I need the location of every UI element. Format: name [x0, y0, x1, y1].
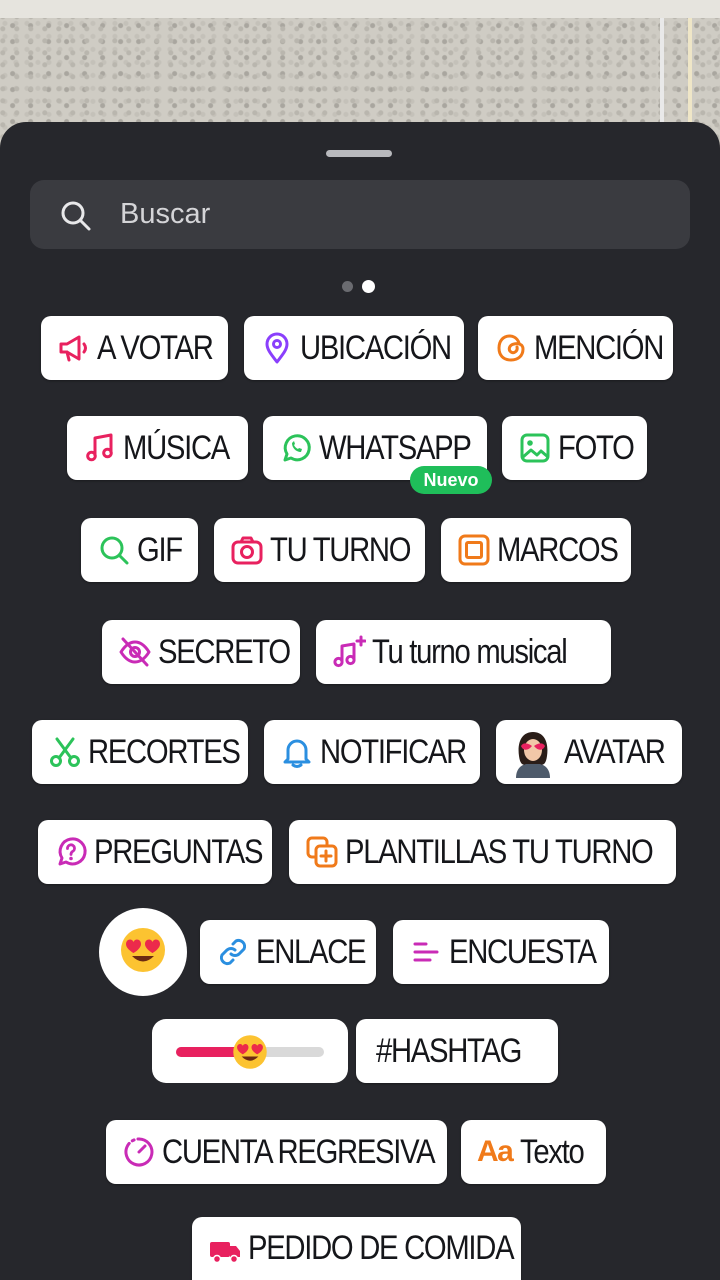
sticker-label: ENCUESTA [449, 932, 597, 971]
link-icon [216, 935, 250, 969]
sticker-avatar[interactable]: AVATAR [496, 720, 682, 784]
sticker-hashtag[interactable]: #HASHTAG [356, 1019, 558, 1083]
poll-icon [409, 935, 443, 969]
whatsapp-icon [279, 431, 313, 465]
eye-off-icon [118, 635, 152, 669]
frame-icon [457, 533, 491, 567]
megaphone-icon [57, 331, 91, 365]
delivery-truck-icon [208, 1232, 242, 1266]
add-template-icon [305, 835, 339, 869]
sticker-label: PREGUNTAS [94, 832, 263, 871]
bell-icon [280, 735, 314, 769]
sticker-preguntas[interactable]: PREGUNTAS [38, 820, 272, 884]
sticker-label: A VOTAR [97, 328, 214, 367]
sticker-enlace[interactable]: ENLACE [200, 920, 376, 984]
heart-eyes-emoji[interactable] [231, 1033, 269, 1071]
sticker-marcos[interactable]: MARCOS [441, 518, 631, 582]
page-dot-2[interactable] [362, 280, 375, 294]
sticker-label: FOTO [558, 428, 635, 467]
background-top-strip [0, 0, 720, 18]
text-aa-icon: Aa [477, 1135, 514, 1168]
drag-handle[interactable] [326, 150, 392, 157]
photo-icon [518, 431, 552, 465]
sticker-tray-sheet [0, 122, 720, 1280]
sticker-recortes[interactable]: RECORTES [32, 720, 248, 784]
sticker-musica[interactable]: MÚSICA [67, 416, 248, 480]
background-wire [660, 18, 664, 128]
location-pin-icon [260, 331, 294, 365]
music-note-icon [83, 431, 117, 465]
sticker-label: UBICACIÓN [300, 328, 452, 367]
sticker-label: AVATAR [564, 732, 666, 771]
music-note-plus-icon [332, 635, 366, 669]
sticker-label: MARCOS [497, 530, 619, 569]
page-indicator [342, 278, 384, 294]
sticker-label: ENLACE [256, 932, 367, 971]
sticker-mencion[interactable]: MENCIÓN [478, 316, 673, 380]
sticker-label: WHATSAPP [319, 428, 472, 467]
new-badge: Nuevo [410, 466, 492, 494]
heart-eyes-emoji [118, 925, 168, 980]
question-bubble-icon [54, 835, 88, 869]
sticker-label: PEDIDO DE COMIDA [248, 1229, 515, 1267]
sticker-cuenta-regresiva[interactable]: CUENTA REGRESIVA [106, 1120, 447, 1184]
sticker-label: Tu turno musical [372, 632, 568, 671]
search-bar[interactable] [30, 180, 690, 249]
countdown-timer-icon [122, 1135, 156, 1169]
sticker-label: NOTIFICAR [320, 732, 467, 771]
page-dot-1[interactable] [342, 281, 353, 293]
sticker-pedido-de-comida[interactable]: PEDIDO DE COMIDA [192, 1217, 521, 1280]
sticker-ubicacion[interactable]: UBICACIÓN [244, 316, 464, 380]
sticker-label: GIF [137, 530, 183, 569]
scissors-icon [48, 735, 82, 769]
sticker-label: CUENTA REGRESIVA [162, 1132, 436, 1171]
camera-icon [230, 533, 264, 567]
sticker-foto[interactable]: FOTO [502, 416, 647, 480]
sticker-label: #HASHTAG [376, 1031, 522, 1070]
search-input[interactable] [120, 180, 660, 249]
sticker-tu-turno-musical[interactable]: Tu turno musical [316, 620, 611, 684]
sticker-tu-turno[interactable]: TU TURNO [214, 518, 425, 582]
sticker-label: SECRETO [158, 632, 291, 671]
background-wire [688, 18, 692, 128]
sticker-plantillas-tu-turno[interactable]: PLANTILLAS TU TURNO [289, 820, 676, 884]
search-gif-icon [97, 533, 131, 567]
sticker-label: RECORTES [88, 732, 241, 771]
sticker-label: Texto [520, 1132, 585, 1171]
sticker-notificar[interactable]: NOTIFICAR [264, 720, 480, 784]
threads-at-icon [494, 331, 528, 365]
search-icon [60, 200, 92, 232]
sticker-texto[interactable]: Aa Texto [461, 1120, 606, 1184]
sticker-a-votar[interactable]: A VOTAR [41, 316, 228, 380]
emoji-reaction-sticker[interactable] [99, 908, 187, 996]
sticker-gif[interactable]: GIF [81, 518, 198, 582]
sticker-label: TU TURNO [270, 530, 411, 569]
sticker-secreto[interactable]: SECRETO [102, 620, 300, 684]
avatar [510, 726, 556, 778]
sticker-encuesta[interactable]: ENCUESTA [393, 920, 609, 984]
sticker-label: MÚSICA [123, 428, 230, 467]
sticker-label: MENCIÓN [534, 328, 664, 367]
emoji-slider-sticker[interactable] [152, 1019, 348, 1083]
sticker-label: PLANTILLAS TU TURNO [345, 832, 654, 871]
